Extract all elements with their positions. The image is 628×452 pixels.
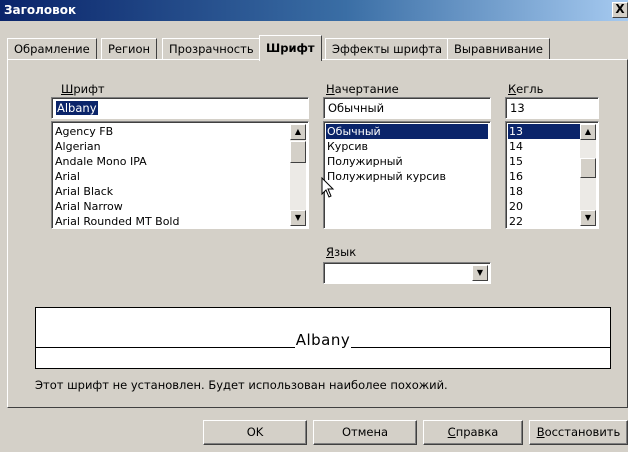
scroll-down-icon[interactable]: ▼ xyxy=(290,210,306,226)
style-input[interactable]: Обычный xyxy=(323,97,491,119)
list-item[interactable]: Algerian xyxy=(54,139,290,154)
window-title: Заголовок xyxy=(4,3,77,17)
scroll-up-icon[interactable]: ▲ xyxy=(290,124,306,140)
language-label: Язык xyxy=(326,245,357,259)
list-item[interactable]: 16 xyxy=(508,169,580,184)
list-item[interactable]: Agency FB xyxy=(54,124,290,139)
tab-region[interactable]: Регион xyxy=(101,38,158,60)
ok-button[interactable]: OK xyxy=(203,420,307,445)
scroll-up-icon[interactable]: ▲ xyxy=(580,124,596,140)
style-list[interactable]: Обычный Курсив Полужирный Полужирный кур… xyxy=(323,121,491,229)
list-item[interactable]: 18 xyxy=(508,184,580,199)
size-input[interactable]: 13 xyxy=(505,97,599,119)
chevron-down-icon[interactable]: ▼ xyxy=(472,265,488,281)
list-item[interactable]: 15 xyxy=(508,154,580,169)
tab-transparency[interactable]: Прозрачность xyxy=(162,38,261,60)
list-item[interactable]: Andale Mono IPA xyxy=(54,154,290,169)
list-item[interactable]: Обычный xyxy=(326,124,488,139)
cancel-button[interactable]: Отмена xyxy=(313,420,417,445)
tab-font-effects[interactable]: Эффекты шрифта xyxy=(325,38,450,60)
tab-font[interactable]: Шрифт xyxy=(259,35,322,61)
font-warning-note: Этот шрифт не установлен. Будет использо… xyxy=(35,378,448,392)
list-item[interactable]: Полужирный курсив xyxy=(326,169,488,184)
language-select[interactable]: ▼ xyxy=(323,262,491,284)
size-list[interactable]: 13 14 15 16 18 20 22 ▲ ▼ xyxy=(505,121,599,229)
font-preview: Albany xyxy=(35,307,611,369)
list-item[interactable]: Arial Black xyxy=(54,184,290,199)
close-icon: X xyxy=(615,2,625,16)
list-item[interactable]: Arial Rounded MT Bold xyxy=(54,214,290,228)
reset-button[interactable]: Восстановить xyxy=(529,420,628,445)
preview-text: Albany xyxy=(294,331,352,349)
scroll-thumb[interactable] xyxy=(290,141,306,163)
font-list-scrollbar[interactable]: ▲ ▼ xyxy=(290,124,306,226)
list-item[interactable]: 13 xyxy=(508,124,580,139)
size-list-scrollbar[interactable]: ▲ ▼ xyxy=(580,124,596,226)
font-name-input[interactable]: Albany xyxy=(51,97,309,119)
list-item[interactable]: 22 xyxy=(508,214,580,228)
font-list[interactable]: Agency FB Algerian Andale Mono IPA Arial… xyxy=(51,121,309,229)
close-button[interactable]: X xyxy=(612,2,628,18)
font-label: Шрифт xyxy=(61,82,105,96)
list-item[interactable]: Курсив xyxy=(326,139,488,154)
list-item[interactable]: 20 xyxy=(508,199,580,214)
help-button[interactable]: Справка xyxy=(423,420,523,445)
mouse-cursor-icon xyxy=(321,177,335,198)
list-item[interactable]: Arial xyxy=(54,169,290,184)
list-item[interactable]: Arial Narrow xyxy=(54,199,290,214)
list-item[interactable]: Полужирный xyxy=(326,154,488,169)
scroll-thumb[interactable] xyxy=(580,158,596,178)
scroll-down-icon[interactable]: ▼ xyxy=(580,210,596,226)
tab-border[interactable]: Обрамление xyxy=(7,38,97,60)
list-item[interactable]: 14 xyxy=(508,139,580,154)
size-label: Кегль xyxy=(508,82,544,96)
style-label: Начертание xyxy=(326,82,399,96)
title-bar: Заголовок X xyxy=(0,0,628,21)
tab-alignment[interactable]: Выравнивание xyxy=(447,38,550,60)
